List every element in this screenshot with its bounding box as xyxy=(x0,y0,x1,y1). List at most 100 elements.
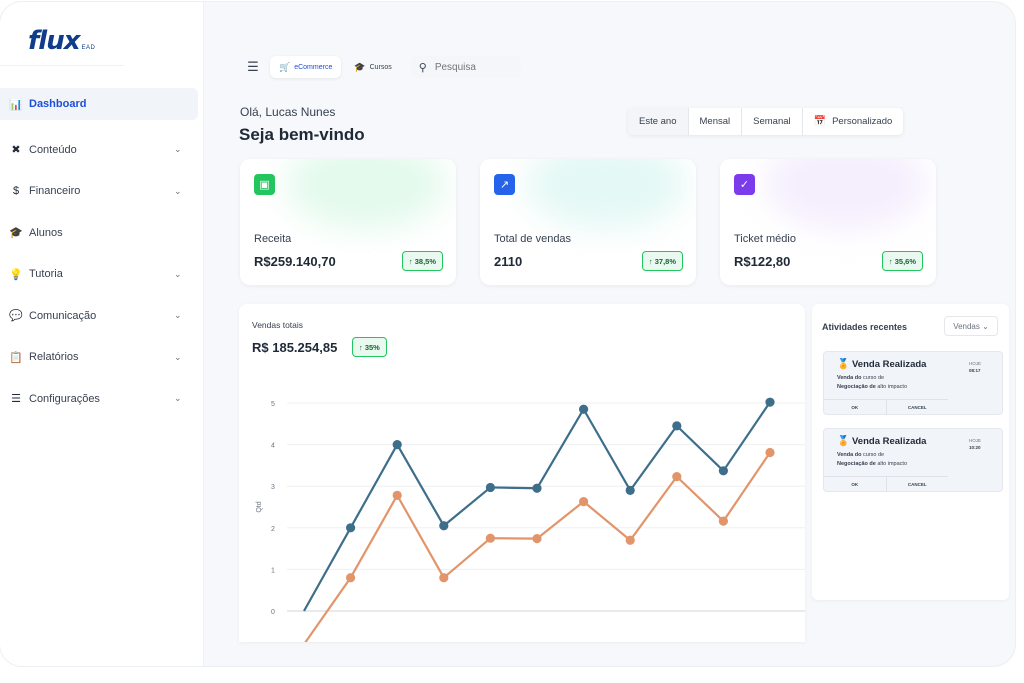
page-title: Seja bem-vindo xyxy=(239,125,365,144)
data-point[interactable] xyxy=(579,404,589,414)
search-box: ⚲ xyxy=(410,56,521,78)
chevron-down-icon[interactable]: ⌄ xyxy=(174,186,182,197)
chevron-down-icon[interactable]: ⌄ xyxy=(174,393,182,404)
desc-text: alto impacto xyxy=(875,384,908,390)
y-tick-label: 3 xyxy=(271,484,275,491)
stat-card-total-vendas[interactable]: ↗ Total de vendas 2110 ↑ 37,8% xyxy=(480,159,696,285)
card-glow xyxy=(526,159,686,229)
sidebar-item-label: Comunicação xyxy=(29,309,97,322)
chevron-down-icon[interactable]: ⌄ xyxy=(174,352,182,363)
series-line-1 xyxy=(304,451,771,642)
data-point[interactable] xyxy=(672,472,682,482)
tab-cursos[interactable]: 🎓 Cursos xyxy=(345,56,400,78)
activity-time: 08:17 xyxy=(969,368,981,373)
trend-chart-icon: ↗ xyxy=(494,174,515,195)
data-point[interactable] xyxy=(439,521,449,531)
stat-card-ticket-medio[interactable]: ✓ Ticket médio R$122,80 ↑ 35,6% xyxy=(720,159,936,285)
tab-label: eCommerce xyxy=(294,63,333,71)
sidebar-item-conteudo[interactable]: ✖ Conteúdo ⌄ xyxy=(0,129,204,171)
period-selector: Este ano Mensal Semanal 📅 Personalizado xyxy=(628,108,904,135)
sidebar-item-label: Configurações xyxy=(29,392,100,405)
data-point[interactable] xyxy=(346,523,356,533)
clipboard-icon: 📋 xyxy=(9,351,23,364)
period-label: Este ano xyxy=(639,116,677,127)
activity-day: HOJE xyxy=(969,438,982,443)
period-label: Semanal xyxy=(753,116,791,127)
desc-bold: Negociação de xyxy=(837,461,876,467)
app-window: flux EAD 📊 Dashboard ✖ Conteúdo ⌄ $ Financeiro… xyxy=(0,2,1015,666)
activity-item[interactable]: 🏅 Venda Realizada Venda do curso de Negoc… xyxy=(823,351,1003,415)
desc-text: curso de xyxy=(861,452,885,458)
sidebar-item-label: Conteúdo xyxy=(29,143,77,156)
activity-title: Venda Realizada xyxy=(852,436,927,447)
data-point[interactable] xyxy=(532,483,542,493)
sidebar-item-comunicacao[interactable]: 💬 Comunicação ⌄ xyxy=(0,295,204,337)
card-glow xyxy=(766,159,926,229)
data-point[interactable] xyxy=(532,534,542,544)
desc-bold: Venda do xyxy=(837,375,862,381)
activity-time: 10:20 xyxy=(969,445,981,450)
data-point[interactable] xyxy=(439,573,449,583)
panel-title: Atividades recentes xyxy=(822,322,908,332)
period-mensal[interactable]: Mensal xyxy=(689,108,743,135)
tab-ecommerce[interactable]: 🛒 eCommerce xyxy=(270,56,342,78)
hamburger-icon[interactable]: ☰ xyxy=(240,54,266,80)
sidebar-item-label: Tutoria xyxy=(29,268,63,281)
brand-logo[interactable]: flux EAD xyxy=(28,28,95,54)
card-label: Receita xyxy=(254,233,292,245)
data-point[interactable] xyxy=(718,466,728,476)
sidebar-item-label: Dashboard xyxy=(29,98,87,110)
data-point[interactable] xyxy=(392,440,402,450)
logo-wordmark: flux xyxy=(28,26,81,56)
sales-chart-panel: Vendas totais R$ 185.254,85 ↑ 35% 012345… xyxy=(239,304,805,642)
data-point[interactable] xyxy=(392,490,402,500)
data-point[interactable] xyxy=(765,397,775,407)
chevron-down-icon[interactable]: ⌄ xyxy=(174,144,182,155)
data-point[interactable] xyxy=(625,535,635,545)
data-point[interactable] xyxy=(765,447,775,458)
card-label: Ticket médio xyxy=(734,233,796,245)
ok-button[interactable]: OK xyxy=(824,400,887,415)
sidebar-item-configuracoes[interactable]: ☰ Configurações ⌄ xyxy=(0,378,204,420)
card-value: R$259.140,70 xyxy=(254,254,336,269)
data-point[interactable] xyxy=(625,485,635,495)
data-point[interactable] xyxy=(346,573,356,583)
y-tick-label: 1 xyxy=(271,567,275,574)
activity-filter-dropdown[interactable]: Vendas ⌄ xyxy=(944,316,998,336)
period-este-ano[interactable]: Este ano xyxy=(628,108,689,135)
activity-item[interactable]: 🏅 Venda Realizada Venda do curso de Negoc… xyxy=(823,428,1003,492)
data-point[interactable] xyxy=(485,482,495,493)
activity-day: HOJE xyxy=(969,361,982,366)
stat-card-receita[interactable]: ▣ Receita R$259.140,70 ↑ 38,5% xyxy=(240,159,456,285)
sidebar-item-financeiro[interactable]: $ Financeiro ⌄ xyxy=(0,171,204,213)
period-label: Personalizado xyxy=(832,116,893,127)
chevron-down-icon[interactable]: ⌄ xyxy=(174,269,182,280)
data-point[interactable] xyxy=(485,533,495,543)
y-tick-label: 2 xyxy=(271,526,275,533)
sidebar-item-relatorios[interactable]: 📋 Relatórios ⌄ xyxy=(0,337,204,379)
sidebar-item-dashboard[interactable]: 📊 Dashboard xyxy=(0,88,198,120)
cancel-button[interactable]: CANCEL xyxy=(887,400,949,415)
period-personalizado[interactable]: 📅 Personalizado xyxy=(803,108,904,135)
data-point[interactable] xyxy=(672,421,682,431)
sidebar-item-label: Financeiro xyxy=(29,185,81,198)
data-point[interactable] xyxy=(718,516,728,526)
activity-description: Venda do curso de Negociação de alto impa… xyxy=(837,451,957,469)
chevron-down-icon[interactable]: ⌄ xyxy=(174,310,182,321)
search-input[interactable] xyxy=(434,61,505,73)
card-value: 2110 xyxy=(494,254,523,269)
desc-bold: Venda do xyxy=(837,452,862,458)
cancel-button[interactable]: CANCEL xyxy=(887,477,949,492)
sidebar-item-alunos[interactable]: 🎓 Alunos xyxy=(0,212,204,254)
calendar-icon: 📅 xyxy=(813,116,827,127)
medal-icon: 🏅 xyxy=(837,436,850,447)
ok-button[interactable]: OK xyxy=(824,477,887,492)
dollar-icon: $ xyxy=(12,185,20,198)
data-point[interactable] xyxy=(579,496,589,507)
y-tick-label: 4 xyxy=(271,443,275,450)
sidebar-item-tutoria[interactable]: 💡 Tutoria ⌄ xyxy=(0,254,204,296)
period-semanal[interactable]: Semanal xyxy=(742,108,803,135)
sidebar-nav: 📊 Dashboard ✖ Conteúdo ⌄ $ Financeiro ⌄ 🎓 Alunos 💡… xyxy=(0,88,204,420)
tools-icon: ✖ xyxy=(11,144,21,157)
series-line-0 xyxy=(303,401,771,612)
